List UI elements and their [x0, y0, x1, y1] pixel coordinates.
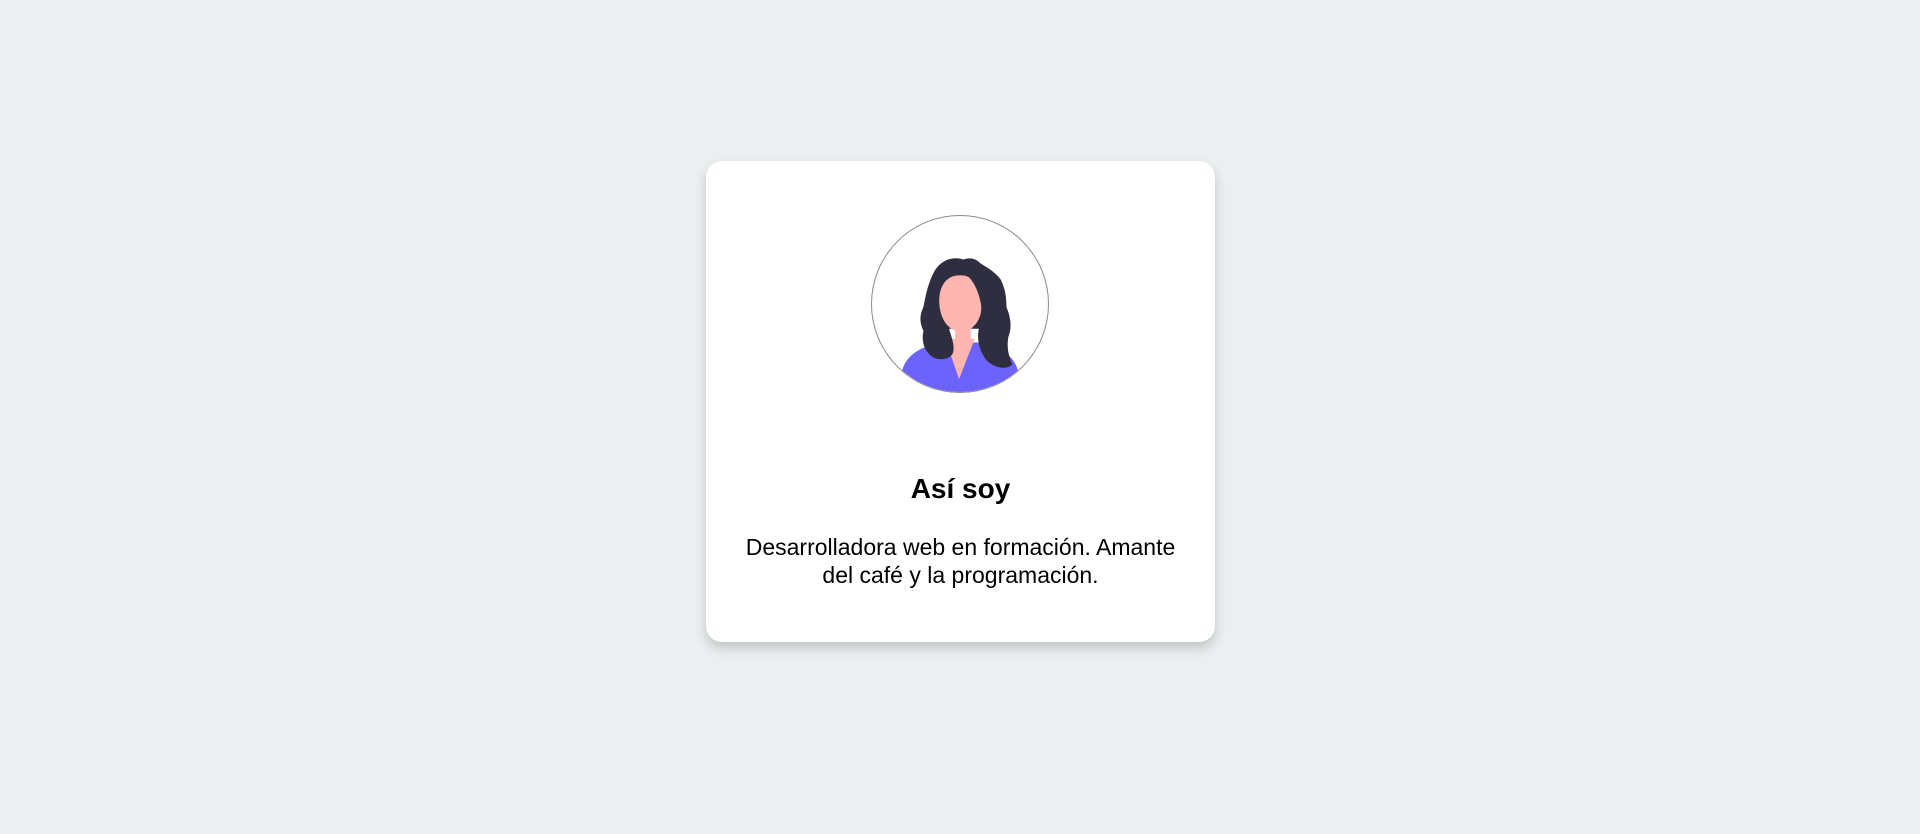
- avatar: [871, 215, 1049, 393]
- profile-title: Así soy: [910, 473, 1011, 504]
- woman-avatar-icon: [901, 258, 1019, 392]
- profile-description: Desarrolladora web en formación. Amante …: [745, 534, 1176, 588]
- profile-card: Así soy Desarrolladora web en formación.…: [706, 161, 1215, 642]
